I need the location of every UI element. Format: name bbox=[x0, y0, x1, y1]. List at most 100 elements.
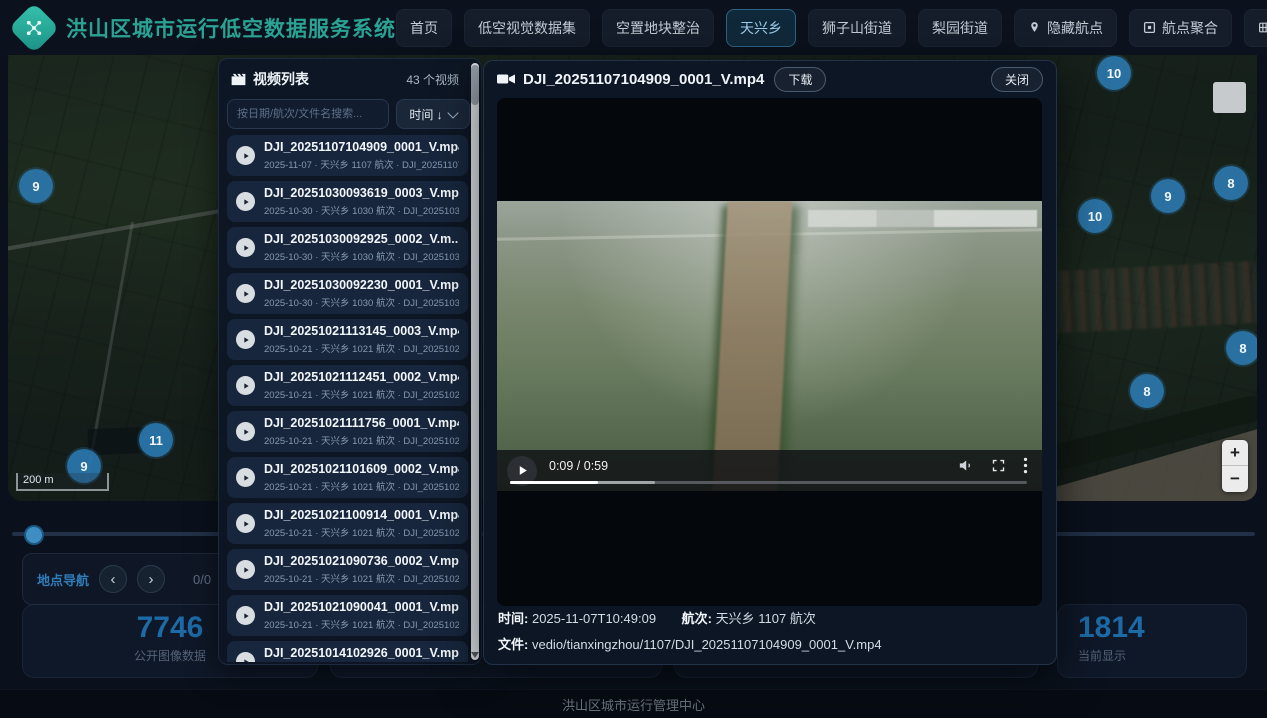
video-search-input[interactable] bbox=[227, 99, 389, 129]
sort-dropdown[interactable]: 时间 ↓ bbox=[396, 99, 470, 129]
map-cluster-marker[interactable]: 8 bbox=[1214, 166, 1248, 200]
map-cluster-marker[interactable]: 8 bbox=[1226, 331, 1257, 365]
zoom-out-button[interactable]: − bbox=[1222, 466, 1248, 492]
video-item-meta: 2025-10-21 · 天兴乡 1021 航次 · DJI_202510210… bbox=[264, 571, 459, 585]
video-count-badge: 43 个视频 bbox=[406, 71, 459, 88]
aerial-buildings bbox=[808, 210, 1037, 227]
video-item-meta: 2025-10-21 · 天兴乡 1021 航次 · DJI_202510211… bbox=[264, 479, 459, 493]
progress-bar[interactable] bbox=[510, 481, 1027, 484]
video-item-meta: 2025-10-21 · 天兴乡 1021 航次 · DJI_202510211… bbox=[264, 341, 459, 355]
video-list-header: 视频列表 43 个视频 bbox=[219, 59, 481, 93]
app-logo bbox=[9, 2, 60, 53]
video-item-title: DJI_20251030093619_0003_V.mp4 bbox=[264, 186, 459, 200]
map-control-box[interactable] bbox=[1213, 82, 1246, 113]
video-camera-icon bbox=[497, 72, 515, 86]
video-list-item[interactable]: DJI_20251030093619_0003_V.mp4 2025-10-30… bbox=[227, 181, 468, 222]
modal-header: DJI_20251107104909_0001_V.mp4 下载 关闭 bbox=[484, 61, 1056, 97]
video-item-meta: 2025-10-30 · 天兴乡 1030 航次 · DJI_202510300… bbox=[264, 295, 459, 309]
nav-item-8[interactable]: 视频资源 bbox=[1244, 9, 1267, 47]
play-icon bbox=[236, 422, 255, 441]
map-scale-bar: 200 m bbox=[16, 473, 109, 491]
aerial-dirt-strip bbox=[713, 201, 794, 491]
video-list-item[interactable]: DJI_20251014102926_0001_V.mp4 2025-10-14… bbox=[227, 641, 468, 662]
video-container: 0:09 / 0:59 bbox=[497, 98, 1042, 606]
video-item-meta: 2025-10-21 · 天兴乡 1021 航次 · DJI_202510211… bbox=[264, 387, 459, 401]
fullscreen-button[interactable] bbox=[991, 458, 1006, 473]
video-item-title: DJI_20251030092925_0002_V.m... bbox=[264, 232, 459, 246]
play-icon bbox=[236, 192, 255, 211]
video-list-toolbar: 时间 ↓ bbox=[219, 93, 481, 135]
main-nav: 首页 低空视觉数据集 空置地块整治 天兴乡 狮子山街道 梨园街道 隐藏航点 航点… bbox=[396, 9, 1267, 47]
map-cluster-marker[interactable]: 9 bbox=[1151, 179, 1185, 213]
video-list-item[interactable]: DJI_20251107104909_0001_V.mp4 2025-11-07… bbox=[227, 135, 468, 176]
video-list-item[interactable]: DJI_20251021090736_0002_V.mp4 2025-10-21… bbox=[227, 549, 468, 590]
map-cluster-marker[interactable]: 10 bbox=[1078, 199, 1112, 233]
volume-button[interactable] bbox=[957, 457, 974, 474]
map-zoom-control: + − bbox=[1222, 440, 1248, 492]
map-cluster-marker[interactable]: 8 bbox=[1130, 374, 1164, 408]
map-cluster-marker[interactable]: 11 bbox=[139, 423, 173, 457]
more-options-button[interactable] bbox=[1023, 457, 1028, 474]
nav-item-5[interactable]: 梨园街道 bbox=[918, 9, 1002, 47]
video-list-item[interactable]: DJI_20251030092925_0002_V.m... 2025-10-3… bbox=[227, 227, 468, 268]
video-list-item[interactable]: DJI_20251021113145_0003_V.mp4 2025-10-21… bbox=[227, 319, 468, 360]
video-list-item[interactable]: DJI_20251021112451_0002_V.mp4 2025-10-21… bbox=[227, 365, 468, 406]
video-item-title: DJI_20251021113145_0003_V.mp4 bbox=[264, 324, 459, 338]
video-item-title: DJI_20251030092230_0001_V.mp4 bbox=[264, 278, 459, 292]
nav-item-6[interactable]: 隐藏航点 bbox=[1014, 9, 1117, 47]
video-item-meta: 2025-10-21 · 天兴乡 1021 航次 · DJI_202510210… bbox=[264, 617, 459, 631]
nav-item-2[interactable]: 空置地块整治 bbox=[602, 9, 714, 47]
app-window: 911910910888 200 m + − 洪山区城市运行低空数据服务系统 首… bbox=[0, 0, 1267, 718]
cluster-icon bbox=[1143, 21, 1156, 34]
meta-time-value: 2025-11-07T10:49:09 bbox=[532, 611, 656, 626]
nav-item-4[interactable]: 狮子山街道 bbox=[808, 9, 906, 47]
video-list-item[interactable]: DJI_20251021100914_0001_V.mp4 2025-10-21… bbox=[227, 503, 468, 544]
video-item-title: DJI_20251021090736_0002_V.mp4 bbox=[264, 554, 459, 568]
map-cluster-marker[interactable]: 9 bbox=[19, 169, 53, 203]
volume-icon bbox=[957, 457, 974, 474]
map-cluster-marker[interactable]: 10 bbox=[1097, 56, 1131, 90]
video-item-title: DJI_20251021101609_0002_V.mp4 bbox=[264, 462, 459, 476]
download-button[interactable]: 下载 bbox=[774, 67, 826, 92]
scrollbar-down-arrow[interactable] bbox=[471, 652, 479, 658]
play-icon bbox=[236, 284, 255, 303]
video-frame[interactable]: 0:09 / 0:59 bbox=[497, 201, 1042, 491]
close-button[interactable]: 关闭 bbox=[991, 67, 1043, 92]
play-icon bbox=[236, 376, 255, 395]
meta-file-value: vedio/tianxingzhou/1107/DJI_202511071049… bbox=[532, 637, 882, 652]
zoom-in-button[interactable]: + bbox=[1222, 440, 1248, 466]
nav-item-0[interactable]: 首页 bbox=[396, 9, 452, 47]
next-location-button[interactable]: › bbox=[137, 565, 165, 593]
video-list-item[interactable]: DJI_20251030092230_0001_V.mp4 2025-10-30… bbox=[227, 273, 468, 314]
list-scrollbar[interactable] bbox=[471, 63, 479, 660]
meta-flight-value: 天兴乡 1107 航次 bbox=[716, 611, 816, 626]
kebab-menu-icon bbox=[1023, 457, 1028, 474]
video-item-title: DJI_20251021111756_0001_V.mp4 bbox=[264, 416, 459, 430]
location-nav-label: 地点导航 bbox=[37, 570, 89, 589]
film-icon bbox=[231, 73, 246, 86]
scrollbar-thumb[interactable] bbox=[471, 65, 479, 105]
play-icon bbox=[516, 464, 529, 477]
video-list-item[interactable]: DJI_20251021101609_0002_V.mp4 2025-10-21… bbox=[227, 457, 468, 498]
top-bar: 洪山区城市运行低空数据服务系统 首页 低空视觉数据集 空置地块整治 天兴乡 狮子… bbox=[0, 0, 1267, 55]
prev-location-button[interactable]: ‹ bbox=[99, 565, 127, 593]
time-slider-knob[interactable] bbox=[24, 525, 44, 545]
video-item-title: DJI_20251107104909_0001_V.mp4 bbox=[264, 140, 459, 154]
chevron-down-icon bbox=[447, 107, 458, 118]
nav-item-1[interactable]: 低空视觉数据集 bbox=[464, 9, 590, 47]
video-list-item[interactable]: DJI_20251021111756_0001_V.mp4 2025-10-21… bbox=[227, 411, 468, 452]
video-item-title: DJI_20251021100914_0001_V.mp4 bbox=[264, 508, 459, 522]
nav-item-7[interactable]: 航点聚合 bbox=[1129, 9, 1232, 47]
page-footer: 洪山区城市运行管理中心 bbox=[0, 689, 1267, 718]
video-item-title: DJI_20251021090041_0001_V.mp4 bbox=[264, 600, 459, 614]
player-video-title: DJI_20251107104909_0001_V.mp4 bbox=[523, 71, 764, 88]
video-item-meta: 2025-10-30 · 天兴乡 1030 航次 · DJI_202510300… bbox=[264, 203, 459, 217]
nav-item-3[interactable]: 天兴乡 bbox=[726, 9, 796, 47]
video-list-item[interactable]: DJI_20251021090041_0001_V.mp4 2025-10-21… bbox=[227, 595, 468, 636]
play-icon bbox=[236, 330, 255, 349]
video-item-meta: 2025-10-30 · 天兴乡 1030 航次 · DJI_202510300… bbox=[264, 249, 459, 263]
video-item-meta: 2025-11-07 · 天兴乡 1107 航次 · DJI_202511071… bbox=[264, 157, 459, 171]
progress-played bbox=[510, 481, 598, 484]
location-counter: 0/0 bbox=[193, 572, 211, 587]
app-title: 洪山区城市运行低空数据服务系统 bbox=[66, 13, 396, 43]
